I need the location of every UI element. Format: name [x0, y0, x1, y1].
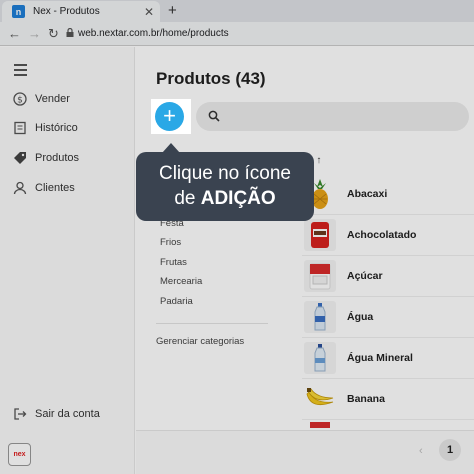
hamburger-menu-icon[interactable]	[14, 64, 27, 79]
product-row[interactable]: Água Mineral	[302, 338, 474, 379]
logout-label: Sair da conta	[35, 408, 100, 420]
tooltip-prefix: de	[174, 188, 196, 209]
logout-icon	[14, 408, 27, 420]
search-input[interactable]	[196, 102, 469, 131]
product-row[interactable]: Achocolatado	[302, 215, 474, 256]
add-button-highlight: +	[151, 99, 191, 134]
product-name: Água	[347, 311, 374, 323]
address-bar: ← → ↻ web.nextar.com.br/home/products	[0, 22, 474, 46]
person-icon	[13, 181, 27, 195]
page-current[interactable]: 1	[439, 439, 461, 461]
new-tab-icon[interactable]: +	[168, 2, 177, 19]
sugar-image	[304, 260, 336, 292]
add-product-button[interactable]: +	[155, 102, 184, 131]
nex-logo: nex	[8, 443, 31, 466]
logo-text: nex	[13, 451, 26, 458]
browser-tabbar: n Nex - Produtos ✕ +	[0, 0, 474, 22]
divider	[156, 323, 268, 324]
product-row[interactable]: Açúcar	[302, 256, 474, 297]
sidebar-item-produtos[interactable]: Produtos	[0, 147, 135, 169]
sidebar-item-label: Produtos	[35, 152, 80, 164]
page-title: Produtos (43)	[156, 69, 266, 88]
url-text[interactable]: web.nextar.com.br/home/products	[78, 28, 229, 39]
logout-button[interactable]: Sair da conta	[0, 403, 135, 425]
lock-icon	[66, 28, 74, 37]
category-item[interactable]: Mercearia	[160, 276, 202, 287]
water-bottle-image	[304, 301, 336, 333]
sidebar-item-vender[interactable]: $ Vender	[0, 88, 135, 110]
pagination-footer: ‹ 1	[136, 430, 474, 474]
svg-text:$: $	[17, 96, 23, 106]
product-name: Banana	[347, 393, 385, 405]
category-item[interactable]: Frutas	[160, 257, 187, 268]
app: $ Vender Histórico Produtos Clientes Sai…	[0, 47, 474, 474]
tooltip-line-1: Clique no ícone	[158, 163, 292, 184]
tutorial-tooltip: Clique no ícone de ADIÇÃO	[136, 152, 314, 221]
back-icon[interactable]: ←	[8, 26, 21, 41]
reload-icon[interactable]: ↻	[48, 26, 59, 42]
tab-title: Nex - Produtos	[33, 6, 100, 17]
nex-favicon-icon: n	[12, 5, 25, 18]
product-name: Abacaxi	[347, 188, 388, 200]
browser-tab[interactable]: n Nex - Produtos ✕	[2, 1, 160, 22]
product-row[interactable]: Água	[302, 297, 474, 338]
product-row[interactable]: Abacaxi	[302, 174, 474, 215]
sidebar-item-clientes[interactable]: Clientes	[0, 177, 135, 199]
mineral-water-image	[304, 342, 336, 374]
sidebar-item-historico[interactable]: Histórico	[0, 117, 135, 139]
tooltip-line-2: de ADIÇÃO	[136, 186, 314, 211]
sidebar-item-label: Histórico	[35, 122, 78, 134]
search-icon	[208, 110, 220, 122]
category-item[interactable]: Padaria	[160, 296, 193, 307]
chocolate-drink-image	[304, 219, 336, 251]
product-row[interactable]: Banana	[302, 379, 474, 420]
sidebar-item-label: Vender	[35, 93, 70, 105]
banana-image	[304, 383, 336, 415]
product-name: Açúcar	[347, 270, 383, 282]
product-row	[302, 420, 474, 430]
prev-page-icon[interactable]: ‹	[419, 445, 423, 457]
forward-icon[interactable]: →	[28, 26, 41, 41]
product-name: Achocolatado	[347, 229, 417, 241]
tag-icon	[14, 152, 26, 164]
manage-categories-link[interactable]: Gerenciar categorias	[156, 336, 244, 347]
product-name: Água Mineral	[347, 352, 413, 364]
sidebar: $ Vender Histórico Produtos Clientes Sai…	[0, 47, 135, 474]
sidebar-item-label: Clientes	[35, 182, 75, 194]
tooltip-bold: ADIÇÃO	[200, 188, 276, 209]
category-item[interactable]: Frios	[160, 237, 181, 248]
receipt-icon	[14, 121, 26, 135]
close-tab-icon[interactable]: ✕	[142, 5, 156, 19]
dollar-icon: $	[13, 92, 27, 106]
